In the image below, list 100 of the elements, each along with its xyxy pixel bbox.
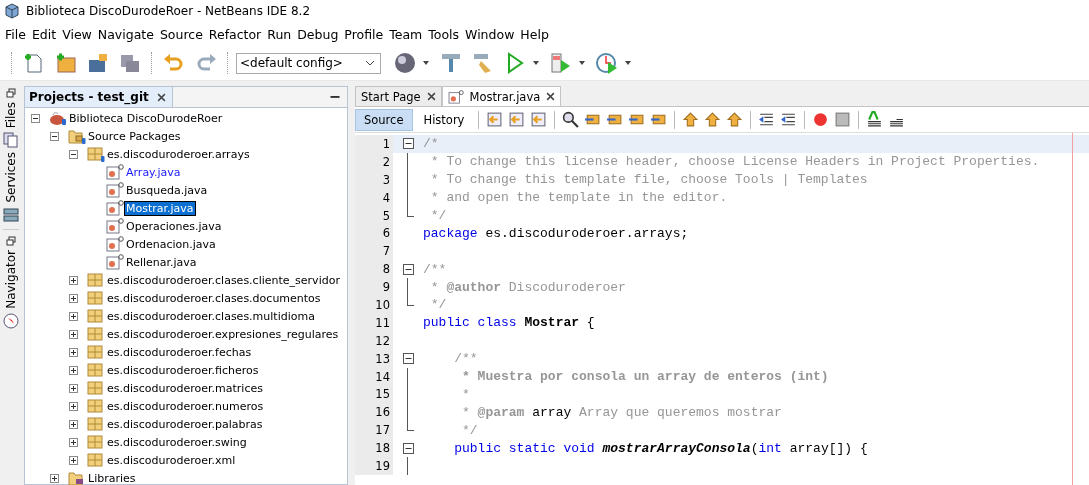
menu-item[interactable]: Refactor bbox=[205, 26, 265, 42]
record-icon[interactable] bbox=[812, 111, 830, 128]
menu-item[interactable]: View bbox=[59, 26, 95, 42]
close-icon[interactable] bbox=[156, 92, 166, 102]
caret-icon[interactable] bbox=[423, 61, 429, 65]
java-source-item[interactable]: Rellenar.java bbox=[125, 255, 198, 269]
side-tab[interactable]: Files bbox=[4, 102, 18, 129]
tree-item[interactable]: es.discoduroderoer.xml bbox=[106, 453, 237, 467]
minimize-icon[interactable] bbox=[329, 95, 341, 99]
bookmark-arrow-icon[interactable] bbox=[726, 111, 744, 128]
fold-toggle-icon[interactable] bbox=[402, 353, 414, 365]
tree-item[interactable]: es.discoduroderoer.matrices bbox=[106, 381, 264, 395]
editor-tab[interactable]: Start Page bbox=[355, 86, 442, 106]
navigate-icon[interactable] bbox=[508, 111, 526, 128]
menu-item[interactable]: Help bbox=[517, 26, 552, 42]
java-source-item[interactable]: Ordenacion.java bbox=[125, 237, 217, 251]
comment-lines-icon[interactable] bbox=[866, 111, 884, 128]
bookmark-arrow-icon[interactable] bbox=[704, 111, 722, 128]
menu-item[interactable]: File bbox=[2, 26, 29, 42]
expand-toggle-icon[interactable] bbox=[69, 311, 78, 321]
navigate-icon[interactable] bbox=[486, 111, 504, 128]
expand-toggle-icon[interactable] bbox=[69, 401, 78, 411]
tree-item[interactable]: es.discoduroderoer.swing bbox=[106, 435, 248, 449]
menu-item[interactable]: Source bbox=[156, 26, 206, 42]
menu-item[interactable]: Team bbox=[386, 26, 426, 42]
menu-item[interactable]: Profile bbox=[341, 26, 387, 42]
view-tab[interactable]: History bbox=[415, 108, 473, 131]
panel-title: Projects - test_git bbox=[29, 90, 149, 104]
restore-window-icon[interactable] bbox=[6, 88, 16, 98]
close-icon[interactable] bbox=[546, 92, 556, 101]
tree-item[interactable]: es.discoduroderoer.numeros bbox=[106, 399, 265, 413]
caret-icon[interactable] bbox=[579, 61, 585, 65]
caret-icon[interactable] bbox=[533, 61, 539, 65]
new-project-icon[interactable] bbox=[54, 51, 78, 75]
tree-item[interactable]: Libraries bbox=[87, 471, 137, 485]
menu-item[interactable]: Navigate bbox=[94, 26, 157, 42]
code-line: */ bbox=[429, 297, 447, 313]
fold-toggle-icon[interactable] bbox=[402, 442, 414, 454]
server-icon bbox=[3, 206, 19, 223]
open-folder-icon[interactable] bbox=[86, 51, 110, 75]
tree-item[interactable]: es.discoduroderoer.palabras bbox=[106, 417, 264, 431]
expand-toggle-icon[interactable] bbox=[69, 329, 78, 339]
expand-toggle-icon[interactable] bbox=[69, 419, 78, 429]
java-source-item[interactable]: Busqueda.java bbox=[125, 183, 209, 197]
expand-toggle-icon[interactable] bbox=[69, 365, 78, 375]
config-dropdown[interactable]: <default config> bbox=[236, 52, 381, 74]
menu-item[interactable]: Window bbox=[462, 26, 518, 42]
menu-item[interactable]: Edit bbox=[28, 26, 60, 42]
expand-toggle-icon[interactable] bbox=[50, 473, 59, 483]
side-tab[interactable]: Navigator bbox=[4, 249, 18, 309]
tree-item[interactable]: es.discoduroderoer.clases.cliente_servidor bbox=[106, 273, 341, 287]
stop-icon[interactable] bbox=[834, 111, 852, 128]
menu-item[interactable]: Debug bbox=[294, 26, 342, 42]
code-line: * To change this template file, choose Tools | Templates bbox=[429, 172, 868, 188]
profile-icon[interactable] bbox=[595, 51, 619, 75]
collapse-toggle-icon[interactable] bbox=[50, 131, 59, 141]
java-source-item[interactable]: Operaciones.java bbox=[125, 219, 223, 233]
editor-tab[interactable]: Mostrar.java bbox=[441, 86, 562, 106]
code-line: public class Mostrar { bbox=[423, 315, 595, 331]
search-icon[interactable] bbox=[562, 111, 580, 128]
projects-tab[interactable]: Projects - test_git bbox=[25, 87, 173, 107]
java-source-item[interactable]: Mostrar.java bbox=[125, 201, 195, 215]
side-tab[interactable]: Services bbox=[4, 152, 18, 203]
java-file-icon bbox=[106, 200, 124, 216]
package-icon bbox=[87, 362, 105, 378]
menu-item[interactable]: Run bbox=[264, 26, 295, 42]
indent-icon[interactable] bbox=[758, 111, 776, 128]
caret-icon[interactable] bbox=[625, 61, 631, 65]
expand-toggle-icon[interactable] bbox=[69, 437, 78, 447]
tree-item[interactable]: es.discoduroderoer.arrays bbox=[106, 147, 251, 161]
tree-item[interactable]: Biblioteca DiscoDurodeRoer bbox=[68, 111, 224, 125]
hammer-icon[interactable] bbox=[439, 51, 463, 75]
java-file-icon bbox=[106, 236, 124, 252]
collapse-toggle-icon[interactable] bbox=[69, 149, 78, 159]
expand-toggle-icon[interactable] bbox=[69, 293, 78, 303]
expand-toggle-icon[interactable] bbox=[69, 383, 78, 393]
menu-item[interactable]: Tools bbox=[425, 26, 463, 42]
globe-icon[interactable] bbox=[393, 51, 417, 75]
expand-toggle-icon[interactable] bbox=[69, 455, 78, 465]
tree-item[interactable]: es.discoduroderoer.clases.documentos bbox=[106, 291, 322, 305]
close-icon[interactable] bbox=[426, 92, 436, 101]
view-tab[interactable]: Source bbox=[355, 108, 413, 131]
java-source-item[interactable]: Array.java bbox=[125, 165, 182, 179]
code-line: * @author Discoduroderoer bbox=[429, 279, 626, 295]
expand-toggle-icon[interactable] bbox=[69, 275, 78, 285]
expand-toggle-icon[interactable] bbox=[69, 347, 78, 357]
collapse-toggle-icon[interactable] bbox=[31, 113, 40, 123]
app-cube-icon bbox=[4, 3, 20, 19]
restore-window-icon[interactable] bbox=[6, 235, 16, 246]
indent-icon[interactable] bbox=[780, 111, 798, 128]
tree-item[interactable]: es.discoduroderoer.clases.multidioma bbox=[106, 309, 316, 323]
tree-item[interactable]: es.discoduroderoer.ficheros bbox=[106, 363, 260, 377]
fold-toggle-icon[interactable] bbox=[402, 138, 414, 150]
line-number: 17 bbox=[355, 421, 393, 440]
tree-item[interactable]: Source Packages bbox=[87, 129, 182, 143]
fold-toggle-icon[interactable] bbox=[402, 263, 414, 275]
tree-item[interactable]: es.discoduroderoer.expresiones_regulares bbox=[106, 327, 340, 341]
bookmark-arrow-icon[interactable] bbox=[682, 111, 700, 128]
tree-item[interactable]: es.discoduroderoer.fechas bbox=[106, 345, 253, 359]
navigate-icon[interactable] bbox=[530, 111, 548, 128]
